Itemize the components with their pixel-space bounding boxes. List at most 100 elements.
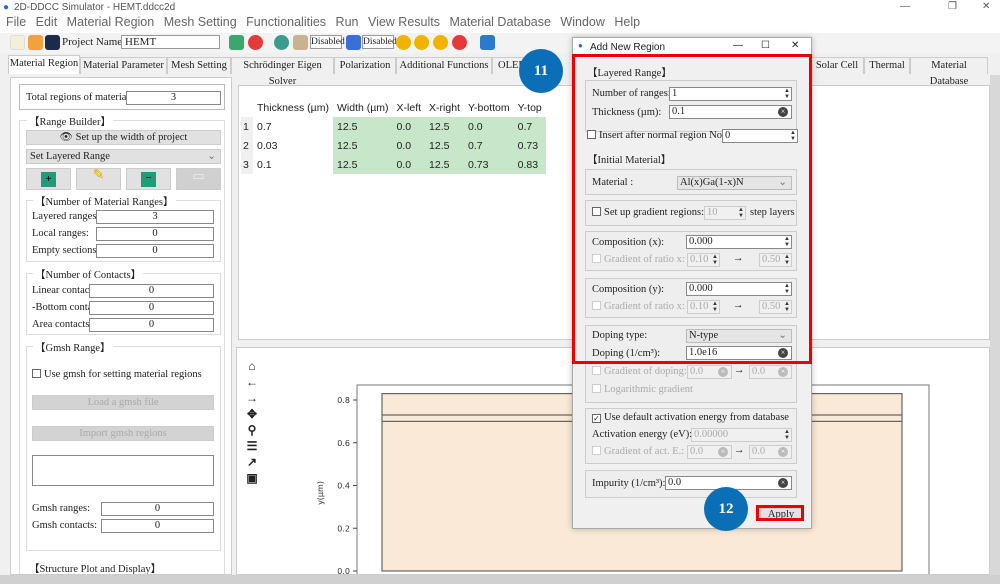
cell[interactable]: 0.83 bbox=[513, 155, 546, 174]
dialog-maximize-button[interactable]: ☐ bbox=[761, 40, 770, 51]
chevron-down-icon: ⌄ bbox=[207, 151, 216, 162]
reload-icon[interactable] bbox=[248, 35, 263, 50]
cell[interactable]: 12.5 bbox=[332, 155, 393, 174]
row-number: 3 bbox=[241, 155, 253, 174]
menu-material-database[interactable]: Material Database bbox=[449, 15, 550, 29]
gradient-act-to[interactable]: 0.0 × bbox=[749, 445, 792, 459]
gradient-doping-to[interactable]: 0.0 × bbox=[749, 365, 792, 379]
tab-material-parameter[interactable]: Material Parameter bbox=[80, 57, 167, 74]
chart-icon[interactable] bbox=[480, 35, 495, 50]
new-file-icon[interactable] bbox=[10, 35, 25, 50]
tab-additional-functions[interactable]: Additional Functions bbox=[396, 57, 492, 74]
menu-view-results[interactable]: View Results bbox=[368, 15, 440, 29]
menu-help[interactable]: Help bbox=[614, 15, 640, 29]
gmsh-file-box[interactable] bbox=[32, 455, 214, 486]
cell[interactable]: 0.0 bbox=[392, 155, 426, 174]
col-x-right[interactable]: X-right bbox=[425, 98, 464, 117]
cell[interactable]: 12.5 bbox=[332, 136, 393, 155]
cell[interactable]: 0.73 bbox=[513, 136, 546, 155]
clear-icon[interactable]: × bbox=[778, 478, 788, 488]
activation-energy-spinbox[interactable]: 0.00000 ▲ ▼ bbox=[691, 428, 792, 442]
tab-thermal[interactable]: Thermal bbox=[864, 57, 910, 74]
spin-arrows-icon[interactable]: ▲ ▼ bbox=[784, 429, 790, 441]
gradient-doping-checkbox[interactable]: Gradient of doping: bbox=[592, 366, 687, 377]
cell[interactable]: 0.7 bbox=[253, 117, 333, 136]
use-default-activation-checkbox[interactable]: ✓ Use default activation energy from data… bbox=[592, 412, 789, 423]
run-icon[interactable] bbox=[396, 35, 411, 50]
disabled-field-1[interactable]: Disabled bbox=[310, 35, 345, 49]
table-row[interactable]: 2 0.03 12.5 0.0 12.5 0.7 0.73 bbox=[241, 136, 546, 155]
gradient-doping-from[interactable]: 0.0 × bbox=[687, 365, 732, 379]
tab-material-region[interactable]: Material Region bbox=[8, 55, 80, 74]
load-gmsh-button[interactable]: Load a gmsh file bbox=[32, 395, 214, 410]
cell[interactable]: 0.1 bbox=[253, 155, 333, 174]
cell[interactable]: 12.5 bbox=[425, 117, 464, 136]
layers-icon[interactable] bbox=[293, 35, 308, 50]
menu-material-region[interactable]: Material Region bbox=[67, 15, 155, 29]
table-row[interactable]: 1 0.7 12.5 0.0 12.5 0.0 0.7 bbox=[241, 117, 546, 136]
layered-ranges-label: Layered ranges: bbox=[32, 211, 100, 222]
cell[interactable]: 0.7 bbox=[513, 117, 546, 136]
tab-solar-cell[interactable]: Solar Cell bbox=[810, 57, 864, 74]
menu-edit[interactable]: Edit bbox=[36, 15, 58, 29]
project-name-input[interactable]: HEMT bbox=[121, 35, 220, 49]
cell[interactable]: 12.5 bbox=[332, 117, 393, 136]
menu-run[interactable]: Run bbox=[336, 15, 359, 29]
table-row[interactable]: 3 0.1 12.5 0.0 12.5 0.73 0.83 bbox=[241, 155, 546, 174]
list-icon[interactable] bbox=[346, 35, 361, 50]
close-button[interactable]: ✕ bbox=[982, 1, 990, 12]
tab-material-database[interactable]: Material Database bbox=[910, 57, 988, 87]
horizontal-scrollbar[interactable] bbox=[0, 575, 1000, 584]
gradient-act-from[interactable]: 0.0 × bbox=[687, 445, 732, 459]
minimize-button[interactable]: — bbox=[900, 1, 910, 12]
vertical-scrollbar[interactable] bbox=[990, 75, 1000, 575]
cell[interactable]: 0.73 bbox=[463, 155, 514, 174]
setup-width-button[interactable]: 👁 Set up the width of project bbox=[26, 130, 221, 145]
dialog-minimize-button[interactable]: — bbox=[733, 40, 743, 51]
col-y-top[interactable]: Y-top bbox=[513, 98, 546, 117]
cell[interactable]: 12.5 bbox=[425, 155, 464, 174]
use-gmsh-checkbox[interactable]: Use gmsh for setting material regions bbox=[32, 369, 202, 380]
remove-range-button[interactable]: − bbox=[126, 168, 171, 190]
open-folder-icon[interactable] bbox=[28, 35, 43, 50]
col-thickness[interactable]: Thickness (µm) bbox=[253, 98, 333, 117]
tab-mesh-setting[interactable]: Mesh Setting bbox=[167, 57, 231, 74]
gradient-act-checkbox[interactable]: Gradient of act. E.: bbox=[592, 446, 684, 457]
tab-polarization[interactable]: Polarization bbox=[334, 57, 396, 74]
dialog-close-button[interactable]: ✕ bbox=[791, 40, 799, 51]
run-batch-icon[interactable] bbox=[433, 35, 448, 50]
cell[interactable]: 0.03 bbox=[253, 136, 333, 155]
clear-icon[interactable]: × bbox=[778, 367, 788, 377]
clear-icon[interactable]: × bbox=[778, 447, 788, 457]
cell[interactable]: 0.0 bbox=[392, 117, 426, 136]
log-gradient-checkbox[interactable]: Logarithmic gradient bbox=[592, 384, 693, 395]
cell[interactable]: 0.0 bbox=[463, 117, 514, 136]
solver-icon[interactable] bbox=[274, 35, 289, 50]
save-icon[interactable] bbox=[45, 35, 60, 50]
disabled-field-2[interactable]: Disabled bbox=[362, 35, 397, 49]
range-type-select[interactable]: Set Layered Range ⌄ bbox=[26, 149, 221, 164]
col-y-bottom[interactable]: Y-bottom bbox=[463, 98, 514, 117]
cell[interactable]: 0.7 bbox=[463, 136, 514, 155]
restore-button[interactable]: ❐ bbox=[948, 1, 957, 12]
cell[interactable]: 12.5 bbox=[425, 136, 464, 155]
toolbar: Project Name: HEMT Disabled Disabled bbox=[0, 33, 1000, 53]
menu-functionalities[interactable]: Functionalities bbox=[246, 15, 326, 29]
edit-range-button[interactable]: ✎ bbox=[76, 168, 121, 190]
add-range-button[interactable]: + bbox=[26, 168, 71, 190]
stop-icon[interactable] bbox=[452, 35, 467, 50]
tab-schrodinger[interactable]: Schrödinger Eigen Solver bbox=[231, 57, 334, 87]
col-x-left[interactable]: X-left bbox=[392, 98, 426, 117]
import-gmsh-button[interactable]: Import gmsh regions bbox=[32, 426, 214, 441]
menu-window[interactable]: Window bbox=[560, 15, 604, 29]
app-icon: ● bbox=[578, 41, 583, 50]
clear-icon[interactable]: × bbox=[718, 367, 728, 377]
cell[interactable]: 0.0 bbox=[392, 136, 426, 155]
refresh-mesh-icon[interactable] bbox=[229, 35, 244, 50]
clear-icon[interactable]: × bbox=[718, 447, 728, 457]
folder-button[interactable]: ▭ bbox=[176, 168, 221, 190]
menu-mesh-setting[interactable]: Mesh Setting bbox=[164, 15, 237, 29]
run-all-icon[interactable] bbox=[414, 35, 429, 50]
col-width[interactable]: Width (µm) bbox=[332, 98, 393, 117]
menu-file[interactable]: File bbox=[6, 15, 26, 29]
